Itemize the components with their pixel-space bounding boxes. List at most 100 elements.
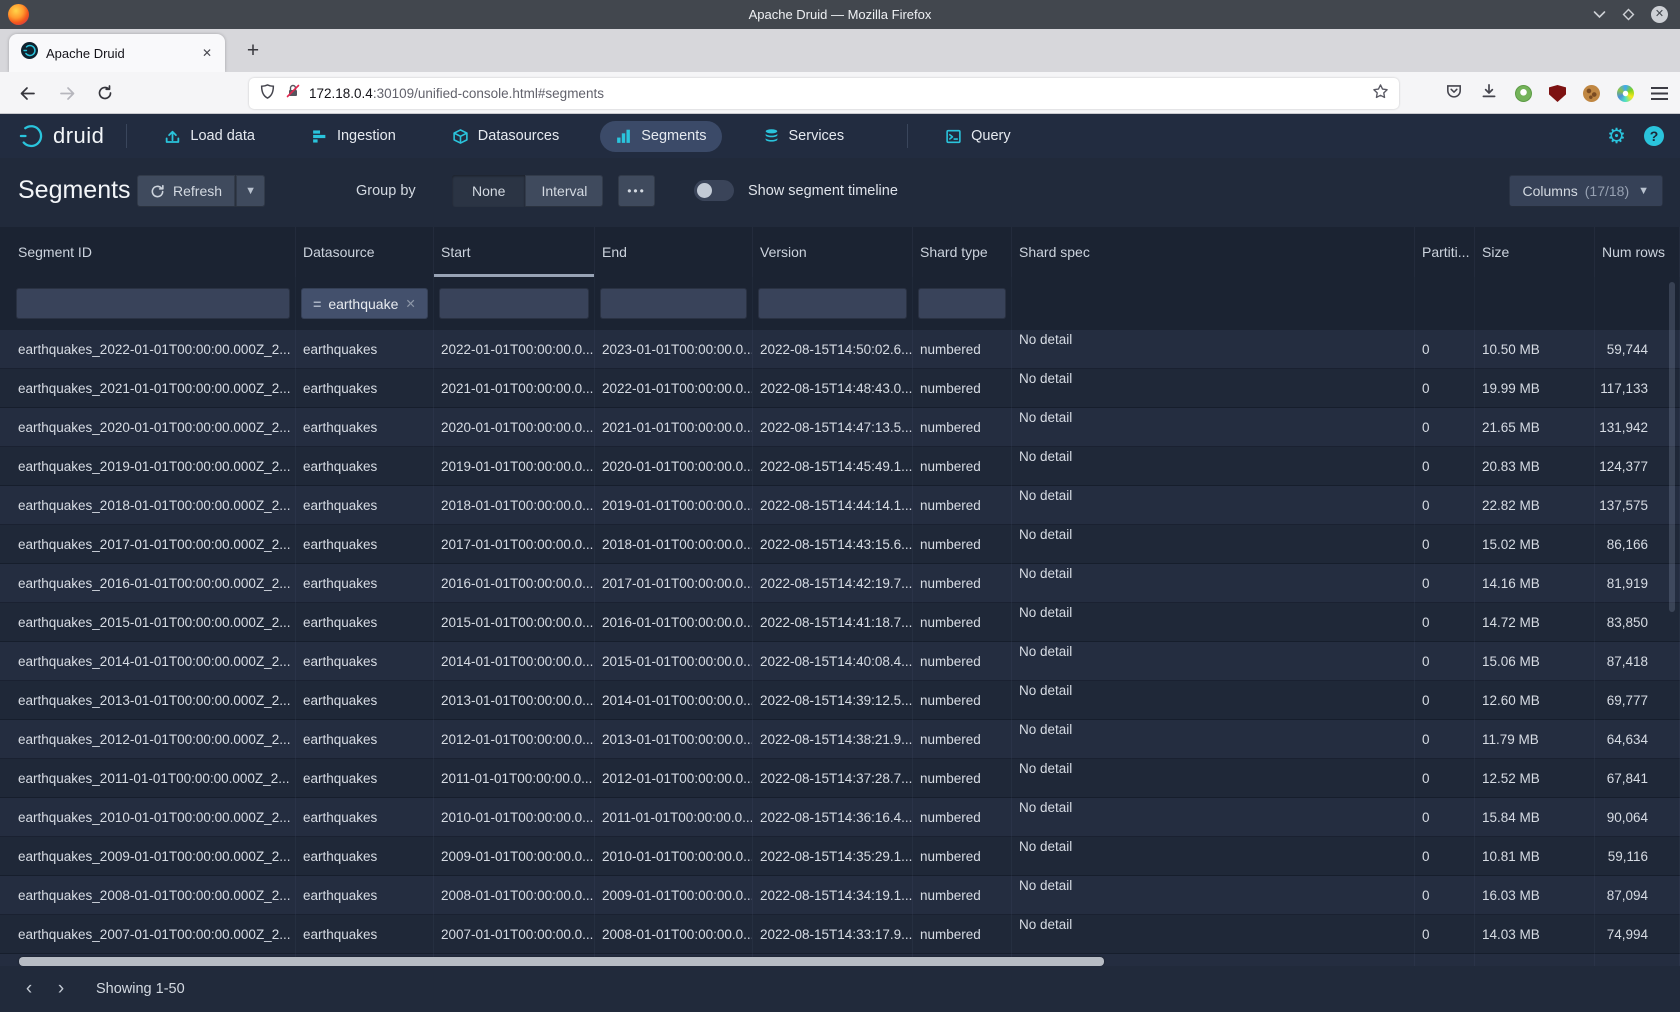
- cell-num-rows: 117,133: [1595, 369, 1680, 408]
- segment-timeline-toggle[interactable]: [694, 180, 734, 201]
- window-close-icon[interactable]: ✕: [1651, 6, 1668, 23]
- cell-segment-id: earthquakes_2016-01-01T00:00:00.000Z_2..…: [0, 564, 296, 603]
- column-header-start[interactable]: Start: [434, 227, 595, 277]
- refresh-button[interactable]: Refresh: [137, 175, 235, 207]
- column-header-version[interactable]: Version: [753, 227, 913, 277]
- settings-gear-icon[interactable]: ⚙: [1607, 126, 1626, 147]
- table-row[interactable]: earthquakes_2022-01-01T00:00:00.000Z_2..…: [0, 330, 1680, 369]
- datasource-filter-tag[interactable]: =earthquake✕: [301, 288, 428, 319]
- nav-item-load-data[interactable]: Load data: [149, 121, 270, 152]
- remove-filter-icon[interactable]: ✕: [405, 296, 415, 311]
- window-title: Apache Druid — Mozilla Firefox: [0, 7, 1680, 22]
- tracking-shield-icon[interactable]: [259, 83, 276, 105]
- column-header-label: Num rows: [1602, 244, 1665, 260]
- table-row[interactable]: earthquakes_2012-01-01T00:00:00.000Z_2..…: [0, 720, 1680, 759]
- table-row[interactable]: earthquakes_2009-01-01T00:00:00.000Z_2..…: [0, 837, 1680, 876]
- column-header-partiti[interactable]: Partiti...: [1415, 227, 1475, 277]
- ublock-origin-icon[interactable]: [1549, 85, 1566, 102]
- cell-segment-id: earthquakes_2013-01-01T00:00:00.000Z_2..…: [0, 681, 296, 720]
- filter-input-version[interactable]: [758, 288, 907, 319]
- reload-button[interactable]: [90, 78, 120, 108]
- table-row[interactable]: earthquakes_2016-01-01T00:00:00.000Z_2..…: [0, 564, 1680, 603]
- nav-item-label: Query: [971, 128, 1011, 144]
- filter-input-start[interactable]: [439, 288, 589, 319]
- bookmark-star-icon[interactable]: [1372, 83, 1389, 105]
- cell-num-rows: 87,094: [1595, 876, 1680, 915]
- insecure-lock-icon[interactable]: [285, 83, 301, 104]
- cell-datasource: earthquakes: [296, 681, 434, 720]
- cell-segment-id: earthquakes_2021-01-01T00:00:00.000Z_2..…: [0, 369, 296, 408]
- tab-bar: Apache Druid ✕ +: [0, 29, 1680, 72]
- more-options-button[interactable]: •••: [618, 175, 655, 207]
- cookie-extension-icon[interactable]: [1583, 85, 1600, 102]
- horizontal-scrollbar[interactable]: [19, 957, 1104, 966]
- nav-item-datasources[interactable]: Datasources: [437, 121, 574, 152]
- cell-end: 2009-01-01T00:00:00.0...: [595, 876, 753, 915]
- column-header-num-rows[interactable]: Num rows: [1595, 227, 1680, 277]
- vertical-scrollbar[interactable]: [1669, 282, 1675, 612]
- datasources-icon: [452, 128, 469, 145]
- table-row[interactable]: earthquakes_2015-01-01T00:00:00.000Z_2..…: [0, 603, 1680, 642]
- column-header-label: Partiti...: [1422, 244, 1469, 260]
- next-page-button[interactable]: ›: [46, 974, 76, 1004]
- filter-cell: [434, 277, 595, 330]
- url-text[interactable]: 172.18.0.4:30109/unified-console.html#se…: [309, 86, 1372, 101]
- cell-num-rows: 69,777: [1595, 681, 1680, 720]
- prev-page-button[interactable]: ‹: [14, 974, 44, 1004]
- nav-item-services[interactable]: Services: [748, 121, 860, 152]
- cell-start: 2009-01-01T00:00:00.0...: [434, 837, 595, 876]
- column-header-shard-spec[interactable]: Shard spec: [1012, 227, 1415, 277]
- nav-item-ingestion[interactable]: Ingestion: [296, 121, 411, 152]
- table-row[interactable]: earthquakes_2010-01-01T00:00:00.000Z_2..…: [0, 798, 1680, 837]
- cell-segment-id: earthquakes_2014-01-01T00:00:00.000Z_2..…: [0, 642, 296, 681]
- table-row[interactable]: earthquakes_2013-01-01T00:00:00.000Z_2..…: [0, 681, 1680, 720]
- pocket-icon[interactable]: [1445, 82, 1463, 105]
- cell-datasource: earthquakes: [296, 837, 434, 876]
- table-row[interactable]: earthquakes_2017-01-01T00:00:00.000Z_2..…: [0, 525, 1680, 564]
- table-row[interactable]: earthquakes_2007-01-01T00:00:00.000Z_2..…: [0, 915, 1680, 954]
- cell-size: 21.65 MB: [1475, 408, 1595, 447]
- cell-datasource: earthquakes: [296, 447, 434, 486]
- table-row[interactable]: earthquakes_2021-01-01T00:00:00.000Z_2..…: [0, 369, 1680, 408]
- cell-size: 12.52 MB: [1475, 759, 1595, 798]
- column-header-end[interactable]: End: [595, 227, 753, 277]
- filter-input-shard-type[interactable]: [918, 288, 1006, 319]
- menu-hamburger-icon[interactable]: [1651, 87, 1668, 100]
- downloads-icon[interactable]: [1480, 82, 1498, 105]
- nav-item-segments[interactable]: Segments: [600, 121, 721, 152]
- table-row[interactable]: earthquakes_2018-01-01T00:00:00.000Z_2..…: [0, 486, 1680, 525]
- table-row[interactable]: earthquakes_2020-01-01T00:00:00.000Z_2..…: [0, 408, 1680, 447]
- cell-datasource: earthquakes: [296, 525, 434, 564]
- table-row[interactable]: earthquakes_2014-01-01T00:00:00.000Z_2..…: [0, 642, 1680, 681]
- druid-logo[interactable]: druid: [18, 123, 104, 150]
- column-header-datasource[interactable]: Datasource: [296, 227, 434, 277]
- table-row[interactable]: earthquakes_2008-01-01T00:00:00.000Z_2..…: [0, 876, 1680, 915]
- table-row[interactable]: earthquakes_2019-01-01T00:00:00.000Z_2..…: [0, 447, 1680, 486]
- cell-segment-id: earthquakes_2018-01-01T00:00:00.000Z_2..…: [0, 486, 296, 525]
- columns-button[interactable]: Columns (17/18) ▼: [1509, 175, 1664, 207]
- extension-green-icon[interactable]: [1515, 85, 1532, 102]
- browser-tab[interactable]: Apache Druid ✕: [9, 34, 225, 72]
- cell-datasource: earthquakes: [296, 603, 434, 642]
- group-by-interval-button[interactable]: Interval: [525, 175, 603, 207]
- column-header-size[interactable]: Size: [1475, 227, 1595, 277]
- column-header-segment-id[interactable]: Segment ID: [0, 227, 296, 277]
- cell-end: 2021-01-01T00:00:00.0...: [595, 408, 753, 447]
- nav-item-query[interactable]: Query: [930, 121, 1026, 152]
- column-header-shard-type[interactable]: Shard type: [913, 227, 1012, 277]
- new-tab-button[interactable]: +: [238, 37, 268, 67]
- group-by-none-button[interactable]: None: [452, 175, 525, 207]
- window-maximize-icon[interactable]: [1622, 8, 1635, 21]
- extension-asterisk-icon[interactable]: [1617, 85, 1634, 102]
- table-row[interactable]: earthquakes_2011-01-01T00:00:00.000Z_2..…: [0, 759, 1680, 798]
- filter-input-end[interactable]: [600, 288, 747, 319]
- filter-input-segment-id[interactable]: [16, 288, 290, 319]
- back-button[interactable]: [12, 78, 42, 108]
- forward-button[interactable]: [52, 78, 82, 108]
- window-shade-icon[interactable]: [1593, 10, 1606, 19]
- url-bar[interactable]: 172.18.0.4:30109/unified-console.html#se…: [249, 78, 1399, 109]
- refresh-dropdown-button[interactable]: ▼: [235, 175, 265, 207]
- cell-datasource: earthquakes: [296, 915, 434, 954]
- help-icon[interactable]: ?: [1644, 126, 1664, 146]
- tab-close-icon[interactable]: ✕: [197, 43, 217, 63]
